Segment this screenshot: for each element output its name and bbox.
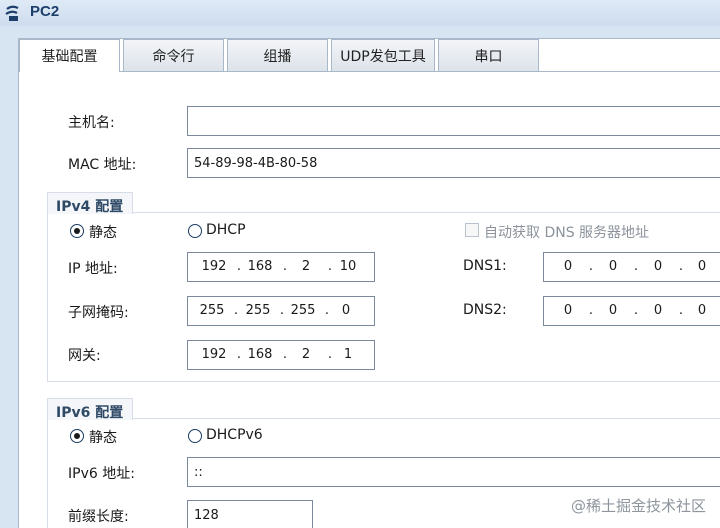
dns2-octet: 0 <box>608 303 618 318</box>
ip-address-field[interactable]: 192 . 168 . 2 . 10 <box>187 252 375 282</box>
mask-octet: 255 <box>290 303 316 318</box>
dns1-label: DNS1: <box>463 258 507 274</box>
ip-address-label: IP 地址: <box>68 261 118 277</box>
subnet-mask-label: 子网掩码: <box>68 305 129 321</box>
pc-app-icon <box>5 5 19 21</box>
gateway-octet: 192 <box>201 347 227 362</box>
subnet-mask-field[interactable]: 255 . 255 . 255 . 0 <box>187 296 375 326</box>
tab-label: 命令行 <box>152 48 195 65</box>
prefix-length-label: 前缀长度: <box>68 509 129 525</box>
mask-octet: 0 <box>341 303 351 318</box>
ipv6-address-label: IPv6 地址: <box>68 466 135 482</box>
mask-octet: 255 <box>245 303 271 318</box>
gateway-octet: 1 <box>343 347 353 362</box>
dns2-label: DNS2: <box>463 302 507 318</box>
window-title: PC2 <box>30 3 60 20</box>
tab-label: 组播 <box>263 48 292 65</box>
ip-octet: 192 <box>201 259 227 274</box>
tab-udp-tool[interactable]: UDP发包工具 <box>331 39 435 71</box>
ipv4-static-label: 静态 <box>89 225 117 241</box>
prefix-length-field[interactable]: 128 <box>187 500 313 528</box>
tab-strip-divider <box>18 71 720 72</box>
ipv6-static-label: 静态 <box>89 430 117 446</box>
dns2-octet: 0 <box>563 303 573 318</box>
ipv4-dhcp-label: DHCP <box>206 222 246 238</box>
dns1-octet: 0 <box>653 259 663 274</box>
hostname-label: 主机名: <box>68 115 115 131</box>
mask-octet: 255 <box>199 303 225 318</box>
ip-octet: 2 <box>301 259 311 274</box>
watermark-text: @稀土掘金技术社区 <box>570 497 706 515</box>
ip-octet: 168 <box>247 259 273 274</box>
dns2-field[interactable]: 0 . 0 . 0 . 0 <box>543 296 720 326</box>
auto-dns-label: 自动获取 DNS 服务器地址 <box>484 225 650 241</box>
tab-label: 串口 <box>474 48 503 65</box>
tab-serial[interactable]: 串口 <box>438 39 539 71</box>
tab-basic-config[interactable]: 基础配置 <box>19 39 120 72</box>
dns1-field[interactable]: 0 . 0 . 0 . 0 <box>543 252 720 282</box>
mac-label: MAC 地址: <box>68 157 137 173</box>
dns1-octet: 0 <box>563 259 573 274</box>
title-bar: PC2 <box>0 0 720 26</box>
gateway-octet: 168 <box>247 347 273 362</box>
ipv6-dhcpv6-radio[interactable] <box>188 429 202 443</box>
hostname-input[interactable] <box>187 106 720 136</box>
mac-address-field[interactable]: 54-89-98-4B-80-58 <box>187 148 720 178</box>
tab-multicast[interactable]: 组播 <box>227 39 328 71</box>
tab-command-line[interactable]: 命令行 <box>123 39 224 71</box>
ipv4-group-title: IPv4 配置 <box>56 199 124 215</box>
dns1-octet: 0 <box>608 259 618 274</box>
dns1-octet: 0 <box>697 259 707 274</box>
dns2-octet: 0 <box>653 303 663 318</box>
tab-label: UDP发包工具 <box>340 48 426 65</box>
ipv4-static-radio[interactable] <box>70 224 84 238</box>
ipv4-dhcp-radio[interactable] <box>188 224 202 238</box>
ip-octet: 10 <box>339 259 357 274</box>
gateway-field[interactable]: 192 . 168 . 2 . 1 <box>187 340 375 370</box>
ipv6-address-field[interactable]: :: <box>187 457 720 487</box>
auto-dns-checkbox[interactable] <box>465 223 479 237</box>
gateway-octet: 2 <box>301 347 311 362</box>
gateway-label: 网关: <box>68 348 101 364</box>
ipv6-dhcpv6-label: DHCPv6 <box>206 427 263 443</box>
dns2-octet: 0 <box>697 303 707 318</box>
ipv6-static-radio[interactable] <box>70 429 84 443</box>
ipv6-group-title: IPv6 配置 <box>56 405 124 421</box>
tab-label: 基础配置 <box>41 49 98 65</box>
